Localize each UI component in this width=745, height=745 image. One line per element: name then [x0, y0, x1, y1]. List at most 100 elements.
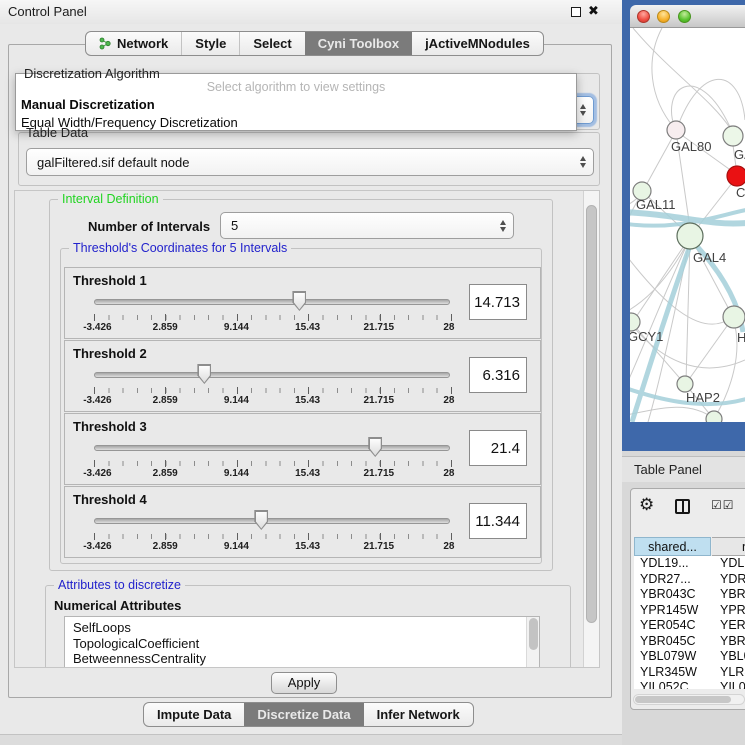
tab-infer-network[interactable]: Infer Network — [364, 703, 473, 726]
interval-definition-title: Interval Definition — [58, 192, 163, 207]
apply-button[interactable]: Apply — [271, 672, 337, 694]
list-scrollbar-thumb[interactable] — [529, 618, 538, 650]
threshold-2-slider[interactable] — [94, 363, 450, 387]
network-window-titlebar[interactable] — [630, 5, 745, 28]
node-label-gal80: GAL80 — [671, 139, 711, 154]
table-row[interactable]: YDL19... YDL1 — [634, 556, 745, 572]
combo-stepper-icon — [580, 156, 586, 168]
app-root: Control Panel Network Style Select — [0, 0, 745, 745]
algorithm-option-equal-width[interactable]: Equal Width/Frequency Discretization — [16, 115, 576, 130]
threshold-1-slider[interactable] — [94, 290, 450, 314]
table-row[interactable]: YIL052C YIL0 — [634, 680, 745, 689]
tab-cyni-toolbox[interactable]: Cyni Toolbox — [305, 32, 412, 55]
slider-ticks — [94, 534, 451, 539]
slider-thumb[interactable] — [197, 364, 211, 384]
minimize-traffic-button[interactable] — [657, 10, 670, 23]
table-row[interactable]: YPR145W YPR1 — [634, 603, 745, 619]
threshold-2-label: Threshold 2 — [73, 346, 147, 361]
tab-style[interactable]: Style — [181, 32, 239, 55]
list-item[interactable]: SelfLoops — [65, 620, 539, 636]
thresholds-group-title: Threshold's Coordinates for 5 Intervals — [69, 241, 291, 256]
table-row[interactable]: YBR043C YBR0 — [634, 587, 745, 603]
zoom-traffic-button[interactable] — [678, 10, 691, 23]
table-row[interactable]: YBL079W YBL0 — [634, 649, 745, 665]
table-rows: YDL19... YDL1 YDR27... YDR2 YBR043C YBR0… — [634, 556, 745, 689]
tab-select[interactable]: Select — [239, 32, 304, 55]
control-panel: Control Panel Network Style Select — [0, 0, 622, 745]
columns-icon[interactable] — [675, 499, 690, 514]
slider-ticks — [94, 388, 451, 393]
list-item[interactable]: TopologicalCoefficient — [65, 636, 539, 652]
close-icon[interactable] — [588, 2, 604, 22]
threshold-3-slider[interactable] — [94, 436, 450, 460]
settings-vertical-scrollbar[interactable] — [583, 191, 599, 667]
threshold-4-panel: Threshold 4 -3.426 2.859 9.144 15. — [64, 486, 541, 558]
float-window-icon[interactable] — [571, 7, 581, 17]
number-of-intervals-combobox[interactable]: 5 — [220, 212, 514, 239]
slider-thumb[interactable] — [368, 437, 382, 457]
interval-definition-group: Interval Definition Number of Intervals … — [49, 199, 553, 571]
slider-scale-labels: -3.426 2.859 9.144 15.43 21.715 28 — [94, 395, 450, 407]
node-right — [723, 306, 745, 328]
slider-track[interactable] — [94, 372, 450, 378]
slider-track[interactable] — [94, 518, 450, 524]
threshold-1-panel: Threshold 1 -3.426 2.859 9.144 15. — [64, 267, 541, 339]
tab-network[interactable]: Network — [86, 32, 181, 55]
numerical-attributes-list: SelfLoops TopologicalCoefficient Between… — [64, 616, 540, 668]
column-header-shared[interactable]: shared... — [634, 537, 711, 556]
right-panel: GAL80 GA C GAL11 GAL4 GCY1 H HAP2 Table … — [622, 0, 745, 745]
tab-jactivemnodules[interactable]: jActiveMNodules — [412, 32, 543, 55]
threshold-4-value-field[interactable] — [469, 503, 527, 539]
numerical-attributes-label: Numerical Attributes — [54, 598, 181, 613]
threshold-4-label: Threshold 4 — [73, 492, 147, 507]
list-item[interactable]: BetweennessCentrality — [65, 651, 539, 667]
column-header-name[interactable]: n — [712, 537, 745, 556]
table-hscrollbar-thumb[interactable] — [635, 696, 731, 703]
node-gal80 — [667, 121, 685, 139]
network-window: GAL80 GA C GAL11 GAL4 GCY1 H HAP2 — [622, 0, 745, 451]
tab-discretize-data[interactable]: Discretize Data — [244, 703, 363, 726]
node-label-gal4: GAL4 — [693, 250, 726, 265]
node-gal4 — [677, 223, 703, 249]
node-label-gcy1: GCY1 — [630, 329, 663, 344]
network-canvas[interactable]: GAL80 GA C GAL11 GAL4 GCY1 H HAP2 — [630, 28, 745, 422]
network-tab-icon — [99, 37, 111, 50]
table-horizontal-scrollbar[interactable] — [633, 694, 745, 705]
node-label-hap2: HAP2 — [686, 390, 720, 405]
thresholds-group: Threshold's Coordinates for 5 Intervals … — [60, 248, 542, 564]
table-row[interactable]: YDR27... YDR2 — [634, 572, 745, 588]
bottom-strip — [0, 734, 622, 745]
checkboxes-icon[interactable] — [711, 498, 735, 512]
threshold-4-slider[interactable] — [94, 509, 450, 533]
tab-impute-data[interactable]: Impute Data — [144, 703, 244, 726]
slider-thumb[interactable] — [254, 510, 268, 530]
node-top-right — [723, 126, 743, 146]
slider-thumb[interactable] — [292, 291, 306, 311]
slider-track[interactable] — [94, 445, 450, 451]
table-row[interactable]: YLR345W YLR3 — [634, 665, 745, 681]
table-data-value: galFiltered.sif default node — [37, 155, 189, 170]
combo-stepper-icon — [580, 104, 586, 116]
table-header-row: shared... n — [634, 537, 745, 556]
threshold-1-value-field[interactable] — [469, 284, 527, 320]
gear-icon[interactable] — [639, 495, 654, 515]
threshold-3-value-field[interactable] — [469, 430, 527, 466]
discretization-algorithm-title: Discretization Algorithm — [24, 66, 160, 81]
algorithm-prompt-item: Select algorithm to view settings — [16, 80, 576, 94]
close-traffic-button[interactable] — [637, 10, 650, 23]
table-row[interactable]: YER054C YER0 — [634, 618, 745, 634]
node-label-partial-c: C — [736, 185, 745, 200]
slider-track[interactable] — [94, 299, 450, 305]
number-of-intervals-label: Number of Intervals — [88, 219, 210, 234]
threshold-2-value-field[interactable] — [469, 357, 527, 393]
table-data-combobox[interactable]: galFiltered.sif default node — [26, 148, 594, 176]
settings-scrollbar-thumb[interactable] — [586, 205, 597, 623]
tab-network-label: Network — [117, 36, 168, 51]
algorithm-option-manual[interactable]: Manual Discretization — [16, 97, 576, 112]
table-row[interactable]: YBR045C YBR0 — [634, 634, 745, 650]
list-scrollbar[interactable] — [526, 617, 539, 668]
algorithm-dropdown-popup: Select algorithm to view settings Manual… — [15, 73, 577, 131]
control-panel-titlebar: Control Panel — [0, 0, 622, 24]
threshold-3-label: Threshold 3 — [73, 419, 147, 434]
threshold-2-panel: Threshold 2 -3.426 2.859 9.144 15. — [64, 340, 541, 412]
